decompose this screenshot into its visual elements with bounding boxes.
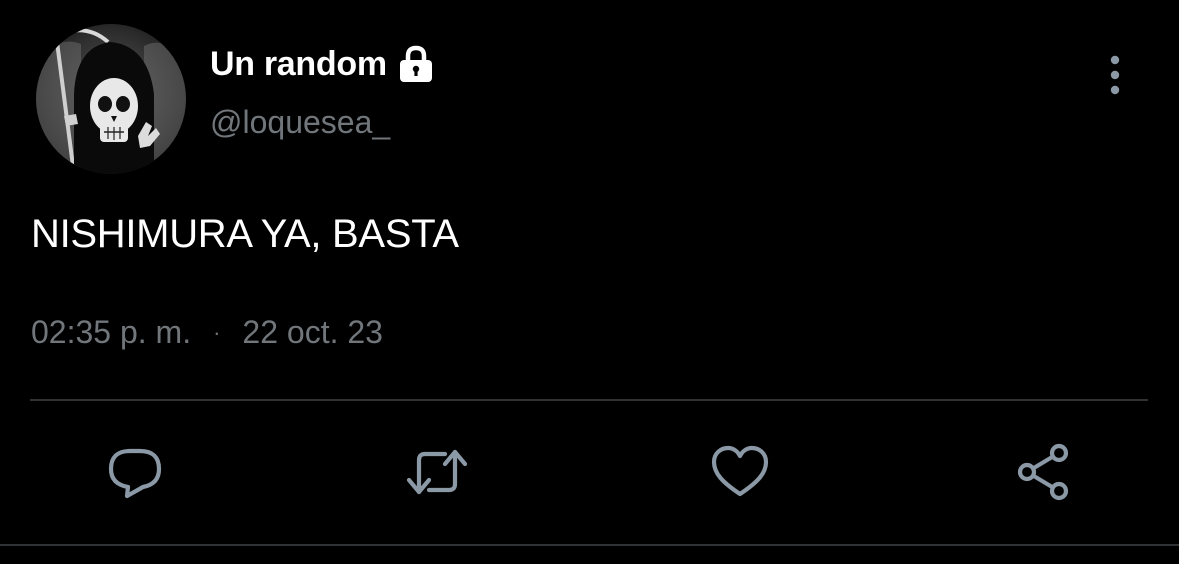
- retweet-button[interactable]: [405, 440, 469, 504]
- heart-icon: [711, 445, 769, 497]
- author-name-row[interactable]: Un random: [210, 40, 435, 88]
- tweet-date[interactable]: 22 oct. 23: [242, 314, 383, 351]
- retweet-icon: [406, 449, 468, 495]
- divider: [0, 544, 1179, 546]
- reply-button[interactable]: [103, 440, 167, 504]
- display-name[interactable]: Un random: [210, 45, 387, 84]
- share-icon: [1017, 443, 1069, 501]
- like-button[interactable]: [708, 440, 772, 504]
- more-options-icon[interactable]: [1098, 54, 1132, 98]
- tweet-detail: Un random @loquesea_ NISHIMURA YA, BASTA…: [0, 0, 1179, 564]
- reply-icon: [108, 448, 162, 499]
- tweet-time[interactable]: 02:35 p. m.: [31, 314, 191, 351]
- avatar[interactable]: [36, 24, 186, 174]
- tweet-timestamp[interactable]: 02:35 p. m. · 22 oct. 23: [31, 314, 383, 351]
- share-button[interactable]: [1011, 440, 1075, 504]
- tweet-text: NISHIMURA YA, BASTA: [31, 212, 459, 256]
- author-handle[interactable]: @loquesea_: [210, 104, 390, 141]
- meta-separator: ·: [213, 319, 221, 345]
- lock-icon: [397, 44, 435, 84]
- divider: [30, 399, 1148, 401]
- skull-reaper-avatar-icon: [36, 24, 186, 174]
